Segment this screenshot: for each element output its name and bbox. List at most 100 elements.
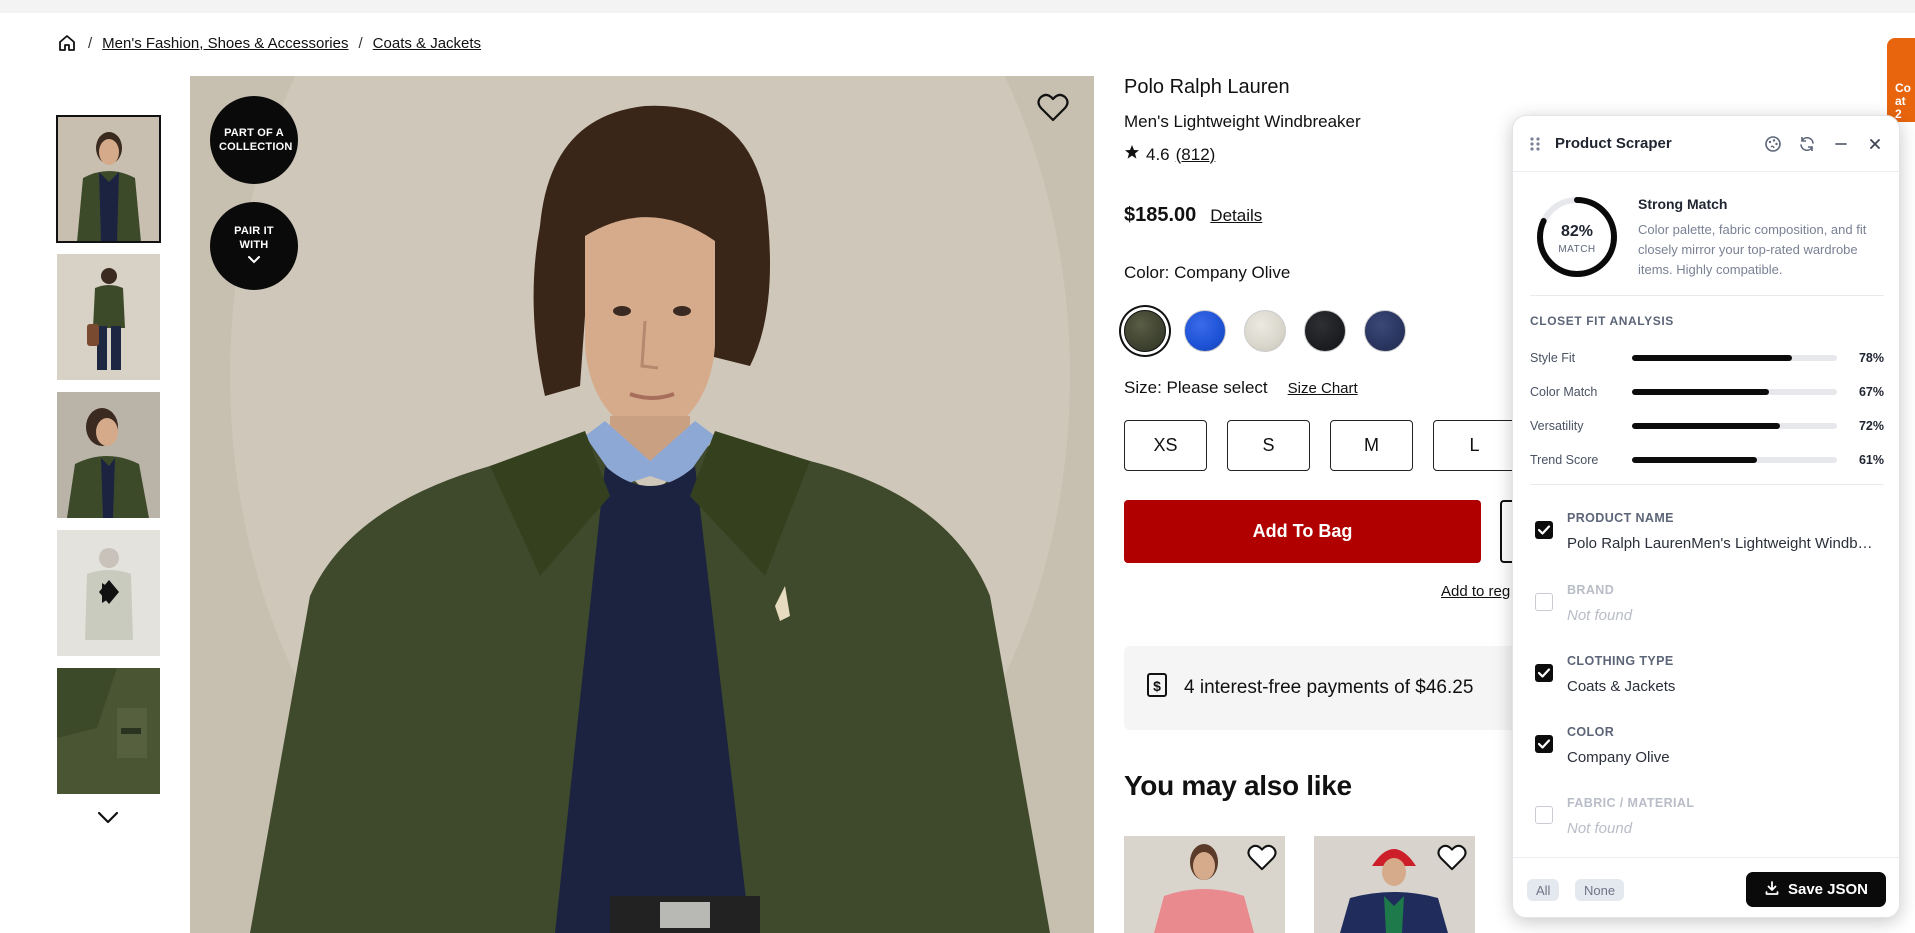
panel-title: Product Scraper [1555,135,1672,152]
thumbnail-3[interactable] [57,392,160,518]
swatch-company-olive[interactable] [1124,310,1166,352]
metric-label: Color Match [1530,385,1598,399]
rating-value: 4.6 [1146,144,1170,164]
size-chart-link[interactable]: Size Chart [1288,380,1358,397]
field-label: BRAND [1567,583,1615,597]
details-link[interactable]: Details [1210,206,1262,226]
collection-badge-label: PART OF A COLLECTION [219,127,293,153]
top-strip [0,0,1915,13]
swatch-black[interactable] [1304,310,1346,352]
field-label: PRODUCT NAME [1567,511,1674,525]
wishlist-heart-icon[interactable] [1437,844,1467,872]
product-rating[interactable]: 4.6 (812) [1124,144,1524,165]
home-icon[interactable] [56,32,78,54]
breadcrumb-link-coats-jackets[interactable]: Coats & Jackets [373,35,481,52]
payment-dollar-icon: $ [1146,671,1168,705]
product-brand: Polo Ralph Lauren [1124,76,1290,98]
metric-track [1632,389,1837,395]
download-icon [1764,880,1780,900]
add-to-registry-link[interactable]: Add to reg [1441,583,1510,600]
match-score-ring: 82% MATCH [1535,195,1619,284]
thumbnail-list [56,115,161,806]
add-to-bag-button[interactable]: Add To Bag [1124,500,1481,563]
product-info: Polo Ralph Lauren Men's Lightweight Wind… [1124,76,1524,165]
metric-style-fit: Style Fit 78% [1530,348,1884,368]
chevron-down-icon [247,254,261,268]
field-value: Not found [1567,820,1633,837]
swatch-navy[interactable] [1364,310,1406,352]
drag-handle-icon[interactable] [1529,136,1541,152]
panel-footer: All None Save JSON [1513,857,1899,917]
main-product-image[interactable]: PART OF A COLLECTION PAIR IT WITH [190,76,1094,933]
thumbnail-2[interactable] [57,254,160,380]
you-may-also-like-heading: You may also like [1124,770,1352,801]
select-all-button[interactable]: All [1527,879,1560,901]
thumbnail-video[interactable] [57,530,160,656]
size-row: Size: Please select Size Chart [1124,378,1358,398]
size-button-s[interactable]: S [1227,420,1310,471]
metric-trend-score: Trend Score 61% [1530,450,1884,470]
field-value: Polo Ralph LaurenMen's Lightweight Windb… [1567,535,1877,552]
refresh-icon[interactable] [1797,134,1817,154]
breadcrumb-separator: / [88,34,93,52]
close-icon[interactable] [1865,134,1885,154]
select-none-button[interactable]: None [1575,879,1625,901]
thumbnail-1[interactable] [56,115,161,243]
metric-percent: 78% [1858,351,1884,365]
installment-payments-banner: $ 4 interest-free payments of $46.25 [1124,646,1554,730]
checkbox-brand[interactable] [1535,593,1553,611]
breadcrumb-link-mens-fashion[interactable]: Men's Fashion, Shoes & Accessories [102,35,348,52]
wishlist-heart-icon[interactable] [1247,844,1277,872]
checkbox-color[interactable] [1535,735,1553,753]
checkbox-product-name[interactable] [1535,521,1553,539]
breadcrumb-separator: / [358,34,363,52]
metric-versatility: Versatility 72% [1530,416,1884,436]
product-scraper-panel: Product Scraper 82% MATCH Strong Match C… [1512,115,1900,918]
checkbox-clothing-type[interactable] [1535,664,1553,682]
wishlist-heart-icon[interactable] [1037,93,1069,123]
size-button-m[interactable]: M [1330,420,1413,471]
metric-fill [1632,457,1758,463]
product-name: Men's Lightweight Windbreaker [1124,112,1361,131]
recommendation-card-1[interactable] [1124,836,1285,933]
metric-percent: 61% [1858,453,1884,467]
metric-fill [1632,389,1770,395]
palette-icon[interactable] [1763,134,1783,154]
breadcrumb: / Men's Fashion, Shoes & Accessories / C… [56,32,481,54]
size-button-xs[interactable]: XS [1124,420,1207,471]
metric-percent: 67% [1858,385,1884,399]
review-count-link[interactable]: (812) [1176,145,1216,165]
metric-fill [1632,423,1780,429]
size-button-l[interactable]: L [1433,420,1516,471]
size-options: XS S M L [1124,420,1516,471]
metric-track [1632,423,1837,429]
pair-badge-label: PAIR IT WITH [234,225,274,251]
field-label: FABRIC / MATERIAL [1567,796,1695,810]
field-value: Company Olive [1567,749,1670,766]
recommendation-card-2[interactable] [1314,836,1475,933]
price-row: $185.00 Details [1124,204,1262,227]
chevron-down-icon[interactable] [95,806,121,828]
swatch-cream[interactable] [1244,310,1286,352]
match-sub-label: MATCH [1558,244,1596,255]
divider [1530,484,1884,485]
metric-label: Style Fit [1530,351,1576,365]
promo-side-tab[interactable]: Co at 2 [1887,38,1915,122]
payments-text: 4 interest-free payments of $46.25 [1184,677,1474,698]
closet-fit-analysis-title: CLOSET FIT ANALYSIS [1530,314,1674,328]
field-value: Coats & Jackets [1567,678,1676,695]
save-json-button[interactable]: Save JSON [1746,872,1886,907]
star-icon [1124,144,1140,165]
checkbox-fabric-material[interactable] [1535,806,1553,824]
color-label: Color: Company Olive [1124,263,1291,282]
color-swatches [1124,310,1406,352]
minimize-icon[interactable] [1831,134,1851,154]
swatch-royal-blue[interactable] [1184,310,1226,352]
collection-badge[interactable]: PART OF A COLLECTION [210,96,298,184]
field-label: CLOTHING TYPE [1567,654,1674,668]
thumbnail-5[interactable] [57,668,160,794]
metric-label: Trend Score [1530,453,1599,467]
pair-it-with-badge[interactable]: PAIR IT WITH [210,202,298,290]
save-json-label: Save JSON [1787,881,1869,898]
metric-fill [1632,355,1792,361]
